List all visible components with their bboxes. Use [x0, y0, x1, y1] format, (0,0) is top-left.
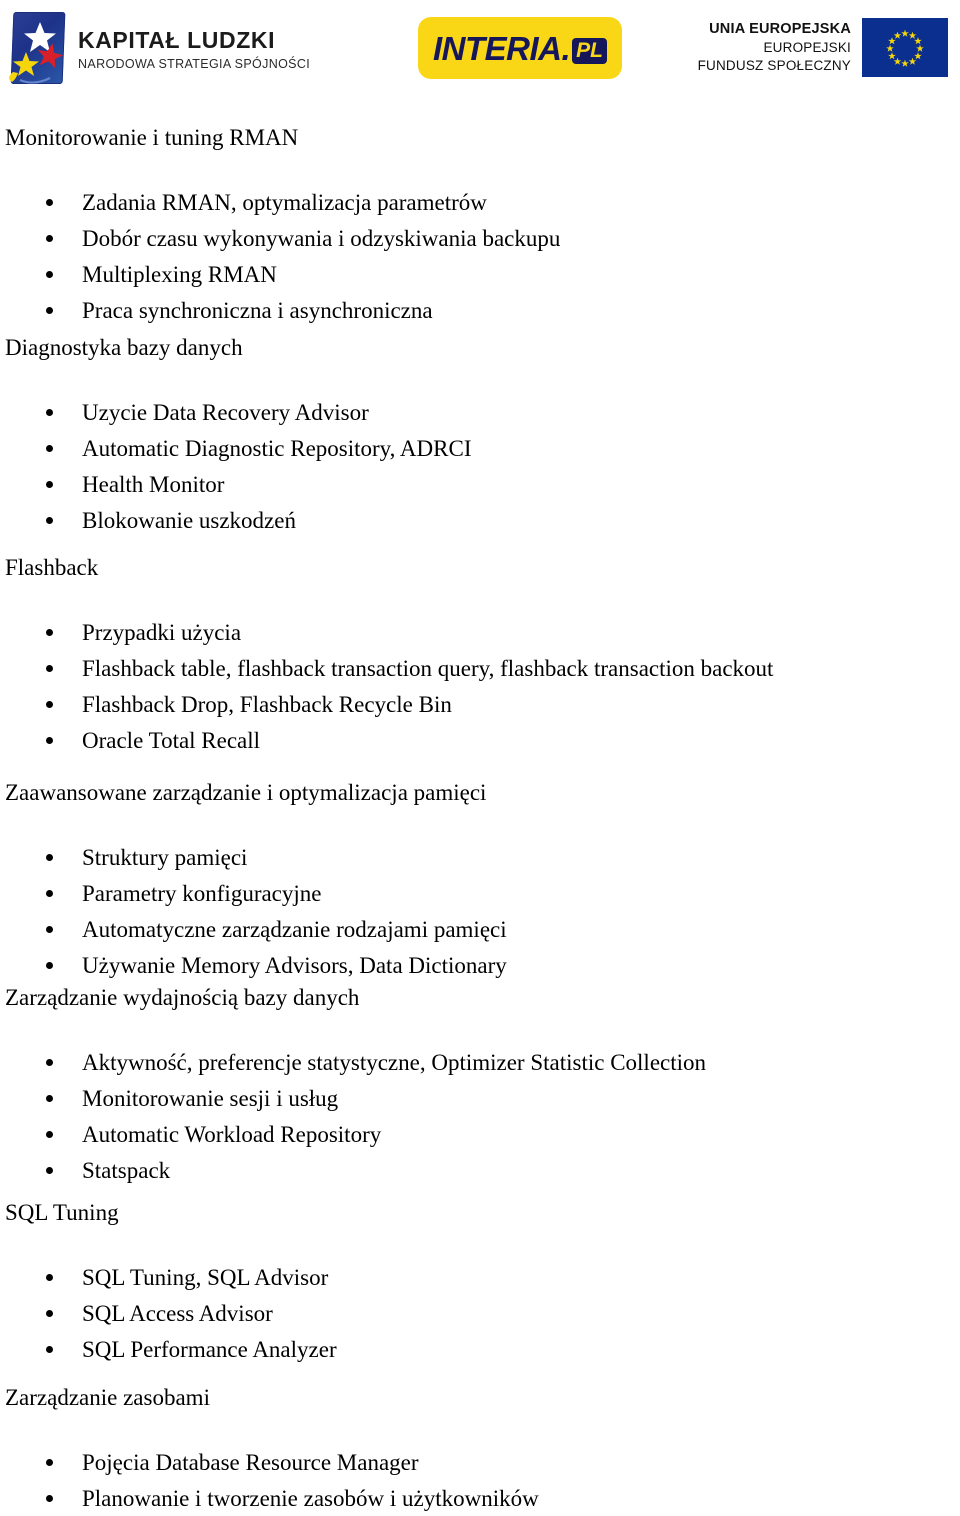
section-heading: Zaawansowane zarządzanie i optymalizacja… [5, 780, 487, 805]
list-item: Praca synchroniczna i asynchroniczna [0, 292, 433, 328]
list-item: Parametry konfiguracyjne [0, 875, 322, 911]
european-union-text: UNIA EUROPEJSKA EUROPEJSKI FUNDUSZ SPOŁE… [698, 20, 851, 75]
list-item: Flashback Drop, Flashback Recycle Bin [0, 686, 452, 722]
list-item: Struktury pamięci [0, 839, 247, 875]
european-union-logo: UNIA EUROPEJSKA EUROPEJSKI FUNDUSZ SPOŁE… [698, 12, 948, 82]
list-item: Planowanie i tworzenie zasobów i użytkow… [0, 1480, 539, 1516]
section: Monitorowanie i tuning RMAN Zadania RMAN,… [0, 125, 960, 322]
list-item: Dobór czasu wykonywania i odzyskiwania b… [0, 220, 560, 256]
list-item: Używanie Memory Advisors, Data Dictionar… [0, 947, 507, 983]
section-heading: SQL Tuning [5, 1200, 119, 1225]
eu-line-3: FUNDUSZ SPOŁECZNY [697, 57, 851, 73]
list-item: Automatic Diagnostic Repository, ADRCI [0, 430, 471, 466]
list-item: Monitorowanie sesji i usług [0, 1080, 338, 1116]
kapital-ludzki-title: KAPITAŁ LUDZKI [78, 27, 276, 54]
list-item: Statspack [0, 1152, 170, 1188]
section-heading: Flashback [5, 555, 99, 580]
kapital-ludzki-text: KAPITAŁ LUDZKI NARODOWA STRATEGIA SPÓJNO… [78, 29, 310, 71]
list-item: Flashback table, flashback transaction q… [0, 650, 773, 686]
interia-word-text: INTERIA. [432, 29, 571, 67]
section-heading: Monitorowanie i tuning RMAN [5, 125, 299, 150]
list-item: Przypadki użycia [0, 614, 241, 650]
list-item: Automatyczne zarządzanie rodzajami pamię… [0, 911, 507, 947]
section: Zaawansowane zarządzanie i optymalizacja… [0, 780, 960, 977]
list-item: Automatic Workload Repository [0, 1116, 381, 1152]
section: Zarządzanie zasobami Pojęcia Database Res… [0, 1385, 960, 1510]
document-header-banner: KAPITAŁ LUDZKI NARODOWA STRATEGIA SPÓJNO… [0, 0, 960, 100]
list-item: Uzycie Data Recovery Advisor [0, 394, 369, 430]
list-item: Zadania RMAN, optymalizacja parametrów [0, 184, 487, 220]
eu-line-2: EUROPEJSKI [763, 39, 851, 55]
list-item: SQL Performance Analyzer [0, 1331, 337, 1367]
section: Flashback Przypadki użycia Flashback table… [0, 555, 960, 752]
kapital-ludzki-logo: KAPITAŁ LUDZKI NARODOWA STRATEGIA SPÓJNO… [6, 8, 310, 92]
list-item: Oracle Total Recall [0, 722, 260, 758]
list-item: Health Monitor [0, 466, 224, 502]
list-item: Aktywność, preferencje statystyczne, Opt… [0, 1044, 706, 1080]
list-item: Blokowanie uszkodzeń [0, 502, 296, 538]
list-item: SQL Access Advisor [0, 1295, 273, 1331]
interia-wordmark: INTERIA. PL [433, 32, 607, 65]
interia-tld-badge: PL [572, 38, 607, 64]
section-heading: Zarządzanie zasobami [5, 1385, 210, 1410]
section-heading: Zarządzanie wydajnością bazy danych [5, 985, 360, 1010]
list-item: Multiplexing RMAN [0, 256, 277, 292]
kapital-ludzki-subtitle: NARODOWA STRATEGIA SPÓJNOŚCI [78, 57, 311, 72]
section: Diagnostyka bazy danych Uzycie Data Recov… [0, 335, 960, 532]
interia-logo: INTERIA. PL [418, 17, 622, 79]
section: SQL Tuning SQL Tuning, SQL Advisor SQL Acc… [0, 1200, 960, 1361]
eu-line-1: UNIA EUROPEJSKA [709, 20, 851, 37]
list-item: SQL Tuning, SQL Advisor [0, 1259, 328, 1295]
eu-flag-icon [862, 17, 948, 77]
section: Zarządzanie wydajnością bazy danych Aktyw… [0, 985, 960, 1182]
kapital-ludzki-emblem-icon [6, 10, 68, 90]
list-item: Pojęcia Database Resource Manager [0, 1444, 419, 1480]
section-heading: Diagnostyka bazy danych [5, 335, 243, 360]
